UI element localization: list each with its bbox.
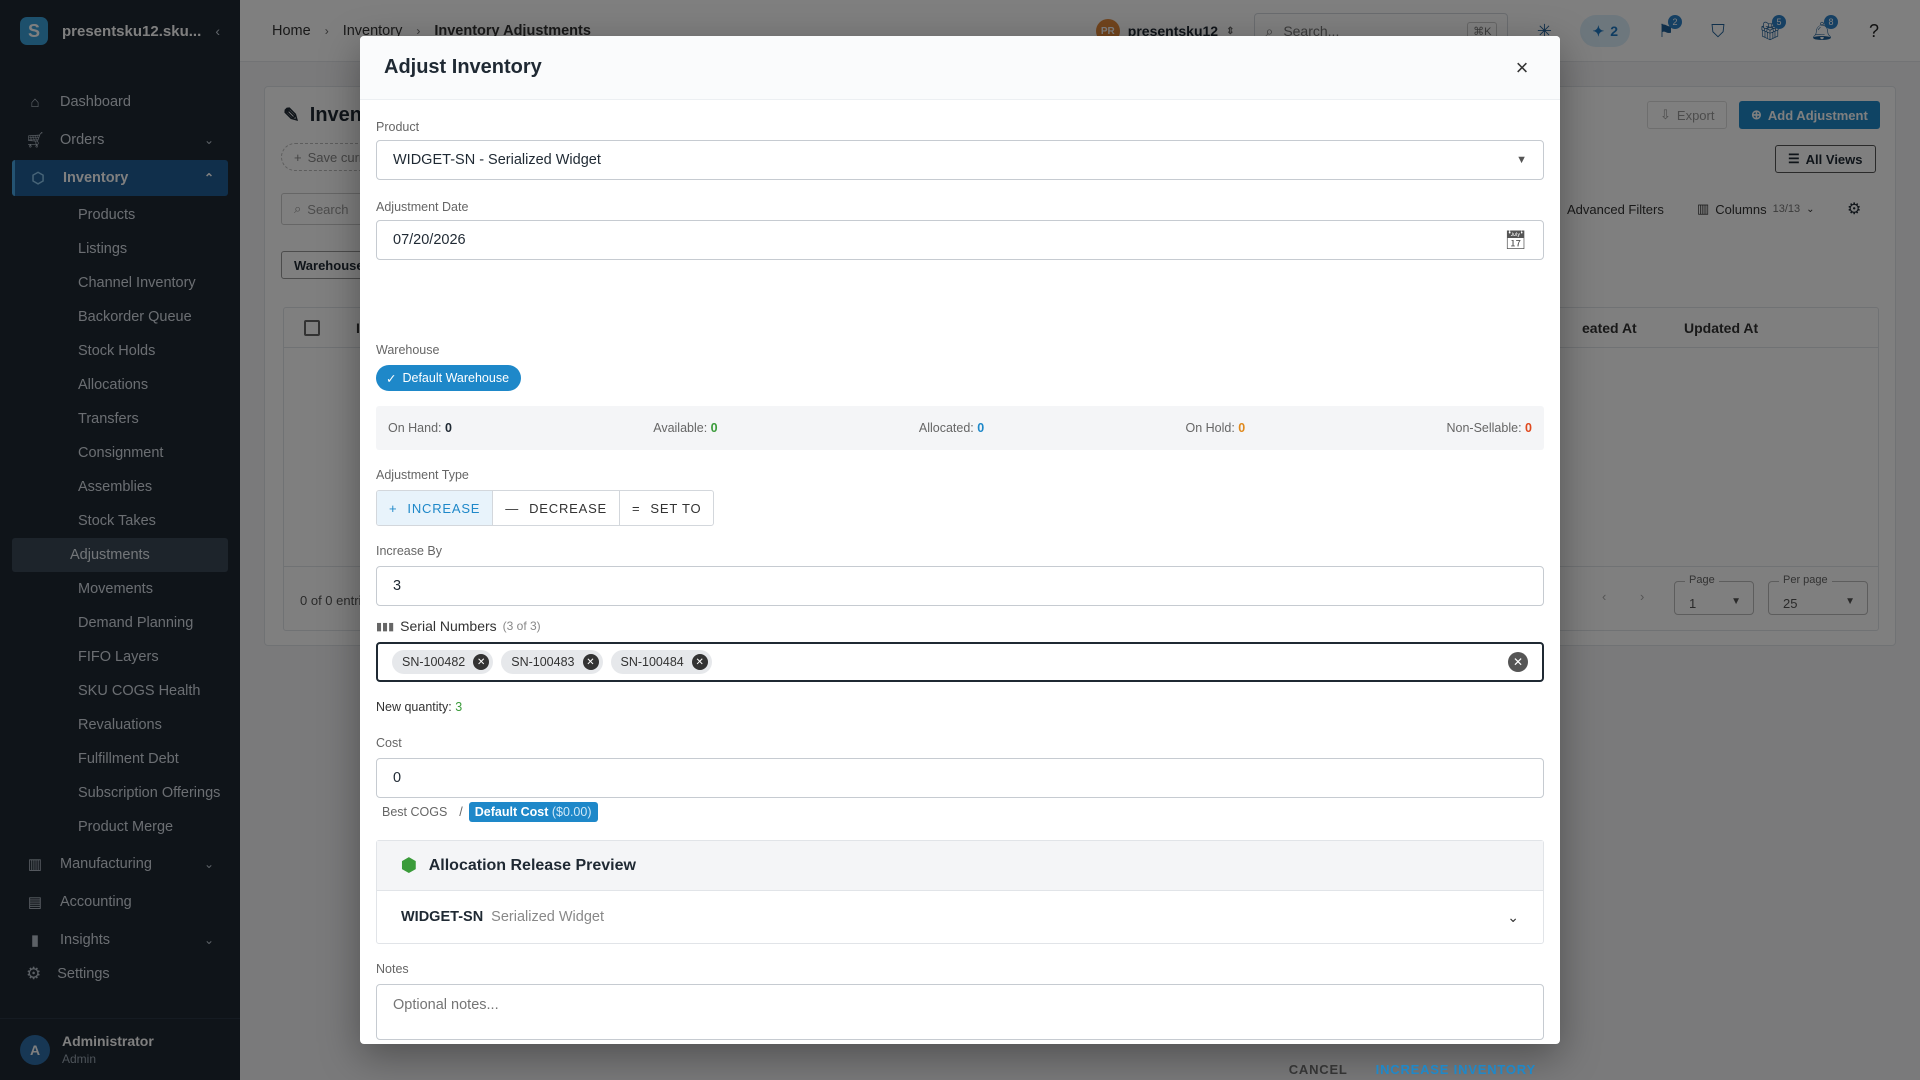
caret-down-icon: ▼ (1516, 154, 1527, 166)
stock-label: On Hold: (1185, 421, 1235, 435)
dialog-header: Adjust Inventory × (360, 36, 1560, 100)
cancel-button[interactable]: CANCEL (1289, 1062, 1348, 1077)
increase-inventory-button[interactable]: INCREASE INVENTORY (1376, 1062, 1536, 1077)
serial-chip[interactable]: SN-100484 ✕ (610, 650, 712, 674)
adjustment-date-input[interactable]: 07/20/2026 📅︎ (376, 220, 1544, 260)
dialog-title: Adjust Inventory (384, 56, 542, 78)
product-value: WIDGET-SN - Serialized Widget (393, 152, 601, 168)
cost-label: Cost (376, 736, 402, 750)
allocation-release-preview: ⬢ Allocation Release Preview WIDGET-SN S… (376, 840, 1544, 944)
stock-label: On Hand: (388, 421, 442, 435)
cost-value: 0 (393, 770, 402, 786)
stock-on-hold: On Hold: 0 (1185, 421, 1245, 435)
decrease-button[interactable]: — DECREASE (493, 491, 621, 525)
increase-by-input[interactable]: 3 (376, 566, 1544, 606)
stock-allocated: Allocated: 0 (919, 421, 984, 435)
new-quantity-label: New quantity: (376, 700, 452, 714)
warehouse-label: Warehouse (376, 343, 440, 357)
stock-summary: On Hand: 0 Available: 0 Allocated: 0 On … (376, 406, 1544, 450)
stock-label: Available: (653, 421, 708, 435)
plus-icon: + (389, 500, 398, 516)
warehouse-chip-label: Default Warehouse (402, 371, 510, 385)
clear-icon[interactable]: ✕ (1508, 652, 1528, 672)
default-cost-amount: ($0.00) (551, 805, 592, 819)
remove-chip-icon[interactable]: ✕ (691, 654, 708, 670)
increase-label: INCREASE (407, 500, 481, 516)
stock-value: 0 (1525, 421, 1532, 435)
serial-chip-label: SN-100483 (511, 655, 575, 669)
serial-numbers-title: Serial Numbers (400, 618, 497, 634)
package-icon: ⬢ (401, 855, 417, 875)
adjustment-type-label: Adjustment Type (376, 468, 469, 482)
stock-value: 0 (977, 421, 985, 435)
stock-label: Non-Sellable: (1446, 421, 1522, 435)
increase-button[interactable]: + INCREASE (377, 491, 494, 525)
adjustment-date-label: Adjustment Date (376, 200, 469, 214)
remove-chip-icon[interactable]: ✕ (473, 654, 490, 670)
stock-label: Allocated: (918, 421, 974, 435)
serial-chip[interactable]: SN-100483 ✕ (501, 650, 603, 674)
chevron-down-icon[interactable]: ⌄ (1507, 909, 1519, 926)
new-quantity-value: 3 (455, 700, 463, 714)
serial-chip-label: SN-100482 (402, 655, 466, 669)
decrease-label: DECREASE (529, 500, 608, 516)
cost-hint-separator: / (459, 805, 463, 819)
default-cost-label: Default Cost (474, 805, 549, 819)
adjustment-date-value: 07/20/2026 (393, 232, 466, 248)
allocation-release-header: ⬢ Allocation Release Preview (377, 841, 1543, 891)
equals-icon: = (632, 500, 641, 516)
cost-suggestions: Best COGS / Default Cost ($0.00) (376, 802, 598, 822)
minus-icon: — (505, 500, 520, 516)
stock-value: 0 (1238, 421, 1246, 435)
product-select[interactable]: WIDGET-SN - Serialized Widget ▼ (376, 140, 1544, 180)
stock-on-hand: On Hand: 0 (388, 421, 452, 435)
adjustment-type-toggle: + INCREASE — DECREASE = SET TO (376, 490, 715, 526)
set-to-label: SET TO (650, 500, 702, 516)
cost-input[interactable]: 0 (376, 758, 1544, 798)
product-label: Product (376, 120, 420, 134)
notes-label: Notes (376, 962, 409, 976)
default-cost-option[interactable]: Default Cost ($0.00) (468, 802, 598, 822)
remove-chip-icon[interactable]: ✕ (582, 654, 599, 670)
stock-value: 0 (445, 421, 452, 435)
serial-chip[interactable]: SN-100482 ✕ (392, 650, 494, 674)
calendar-icon[interactable]: 📅︎ (1504, 230, 1527, 251)
warehouse-chip-default[interactable]: ✓ Default Warehouse (376, 365, 522, 391)
check-icon: ✓ (386, 371, 397, 386)
allocation-release-title: Allocation Release Preview (428, 856, 636, 874)
dialog-actions: CANCEL INCREASE INVENTORY (1289, 1062, 1536, 1077)
stock-non-sellable: Non-Sellable: 0 (1447, 421, 1532, 435)
new-quantity: New quantity: 3 (376, 700, 462, 714)
close-icon[interactable]: × (1508, 55, 1536, 81)
best-cogs-option[interactable]: Best COGS (376, 802, 453, 822)
serial-chip-label: SN-100484 (620, 655, 684, 669)
serial-numbers-label: ▮▮▮ Serial Numbers (3 of 3) (376, 618, 541, 634)
preview-product-name: Serialized Widget (491, 909, 604, 925)
increase-by-label: Increase By (376, 544, 443, 558)
serial-numbers-count: (3 of 3) (502, 619, 541, 633)
notes-input[interactable] (376, 984, 1544, 1040)
increase-by-value: 3 (393, 578, 402, 594)
set-to-button[interactable]: = SET TO (620, 491, 713, 525)
serial-numbers-input[interactable]: SN-100482 ✕ SN-100483 ✕ SN-100484 ✕ ✕ (376, 642, 1544, 682)
barcode-icon: ▮▮▮ (376, 620, 395, 633)
stock-value: 0 (710, 421, 718, 435)
stock-available: Available: 0 (653, 421, 717, 435)
preview-sku: WIDGET-SN (401, 909, 484, 925)
adjust-inventory-dialog: Adjust Inventory × Product WIDGET-SN - S… (360, 36, 1560, 1077)
allocation-release-row[interactable]: WIDGET-SN Serialized Widget ⌄ (377, 891, 1543, 943)
